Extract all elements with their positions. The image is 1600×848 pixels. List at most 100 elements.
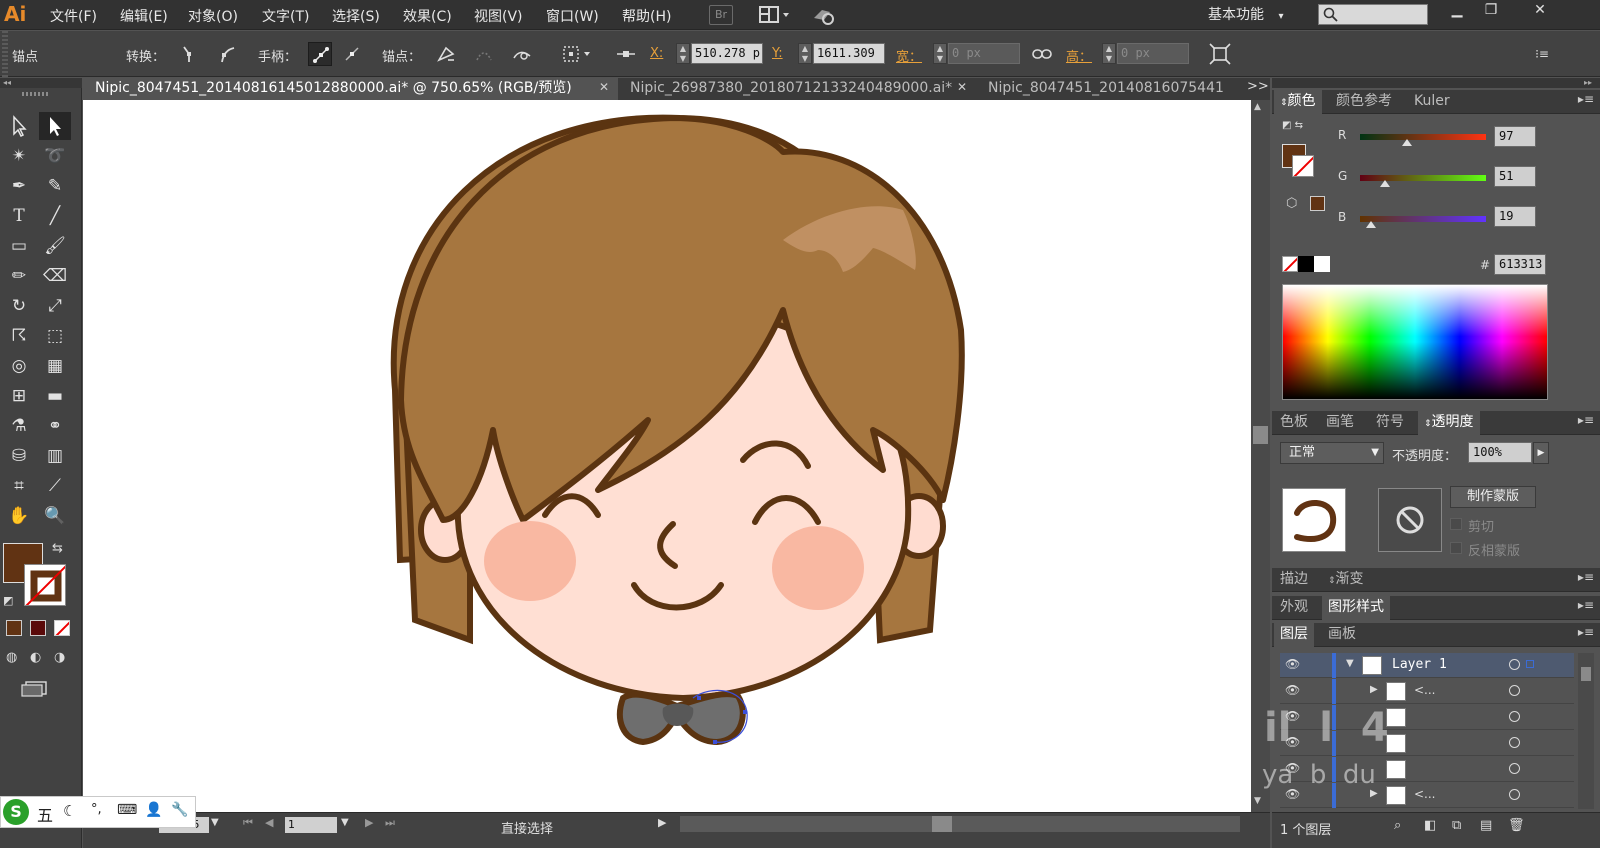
gradient-tool[interactable]: ▬ bbox=[39, 382, 71, 410]
x-stepper[interactable]: ▲ ▼ bbox=[676, 43, 690, 64]
constrain-proportions-button[interactable] bbox=[1030, 42, 1054, 66]
mesh-tool[interactable]: ⊞ bbox=[3, 382, 35, 410]
draw-behind-button[interactable]: ◐ bbox=[30, 650, 41, 665]
layers-scrollbar[interactable] bbox=[1578, 653, 1594, 809]
layer-row-layer-1[interactable]: 👁 ▼ Layer 1 bbox=[1280, 653, 1574, 678]
isolate-button[interactable] bbox=[560, 42, 594, 66]
r-slider[interactable] bbox=[1360, 134, 1486, 140]
shape-builder-tool[interactable]: ◎ bbox=[3, 352, 35, 380]
dock-collapse[interactable]: ▸▸ bbox=[1272, 78, 1600, 88]
draw-normal-button[interactable]: ◍ bbox=[6, 650, 17, 665]
anchor-point[interactable] bbox=[697, 696, 701, 700]
menu-help[interactable]: 帮助(H) bbox=[622, 6, 671, 26]
ime-punctuation-icon[interactable]: °, bbox=[91, 802, 102, 817]
tab-color[interactable]: ⇕颜色 bbox=[1274, 90, 1322, 114]
pencil-tool[interactable]: ✏ bbox=[3, 262, 35, 290]
convert-to-corner-button[interactable] bbox=[177, 42, 201, 66]
vertical-scroll-thumb[interactable] bbox=[1253, 426, 1268, 444]
tab-brushes[interactable]: 画笔 bbox=[1320, 411, 1360, 435]
hide-handles-button[interactable] bbox=[340, 42, 364, 66]
ime-user-icon[interactable]: 👤 bbox=[145, 802, 162, 818]
default-colors-icon[interactable]: ◩ bbox=[3, 594, 13, 607]
x-input[interactable]: 510.278 p bbox=[691, 43, 763, 64]
panel-grip[interactable] bbox=[22, 92, 50, 96]
warp-tool[interactable]: ☈ bbox=[3, 322, 35, 350]
menu-effect[interactable]: 效果(C) bbox=[403, 6, 452, 26]
first-artboard-button[interactable]: ⏮ bbox=[243, 816, 253, 830]
target-circle-icon[interactable] bbox=[1509, 685, 1520, 696]
none-mode-button[interactable] bbox=[54, 620, 70, 636]
artboard-canvas[interactable] bbox=[83, 100, 1251, 812]
locate-object-icon[interactable]: ⌕ bbox=[1394, 818, 1401, 833]
remove-anchor-button[interactable] bbox=[434, 42, 458, 66]
ime-mode-label[interactable]: 五 bbox=[37, 802, 53, 826]
scroll-down-icon[interactable]: ▼ bbox=[1254, 796, 1261, 806]
height-stepper[interactable]: ▲ ▼ bbox=[1102, 43, 1116, 64]
symbol-sprayer-tool[interactable]: ⛁ bbox=[3, 442, 35, 470]
stroke-swatch[interactable] bbox=[24, 564, 66, 606]
bridge-button[interactable]: Br bbox=[709, 5, 733, 25]
y-input[interactable]: 1611.309 bbox=[813, 43, 885, 64]
tab-artboards[interactable]: 画板 bbox=[1322, 623, 1362, 647]
screen-mode-button[interactable] bbox=[20, 681, 48, 697]
menu-type[interactable]: 文字(T) bbox=[262, 6, 309, 26]
tab-color-guide[interactable]: 颜色参考 bbox=[1330, 90, 1398, 114]
target-circle-icon[interactable] bbox=[1509, 737, 1520, 748]
menu-edit[interactable]: 编辑(E) bbox=[120, 6, 168, 26]
tab-appearance[interactable]: 外观 bbox=[1274, 596, 1314, 620]
hex-input[interactable]: 613313 bbox=[1494, 254, 1546, 275]
r-input[interactable]: 97 bbox=[1494, 126, 1536, 147]
clipping-mask-icon[interactable]: ◧ bbox=[1424, 818, 1436, 833]
selection-indicator-icon[interactable] bbox=[1526, 660, 1534, 668]
type-tool[interactable]: T bbox=[3, 202, 35, 230]
eraser-tool[interactable]: ⌫ bbox=[39, 262, 71, 290]
ime-settings-icon[interactable]: 🔧 bbox=[171, 802, 188, 818]
target-circle-icon[interactable] bbox=[1509, 711, 1520, 722]
status-menu-icon[interactable]: ▶ bbox=[658, 816, 666, 829]
visibility-eye-icon[interactable]: 👁 bbox=[1285, 657, 1300, 671]
color-panel-menu-icon[interactable]: ▸≡ bbox=[1578, 92, 1594, 106]
sublayer-name[interactable]: <... bbox=[1414, 683, 1436, 697]
height-label[interactable]: 高： bbox=[1066, 46, 1092, 65]
free-transform-tool[interactable]: ⬚ bbox=[39, 322, 71, 350]
previous-artboard-button[interactable]: ◀ bbox=[265, 816, 273, 829]
chevron-down-icon[interactable]: ▼ bbox=[1346, 658, 1354, 669]
gradient-mode-button[interactable] bbox=[30, 620, 46, 636]
anchor-point[interactable] bbox=[713, 740, 717, 744]
menu-view[interactable]: 视图(V) bbox=[474, 6, 523, 26]
b-input[interactable]: 19 bbox=[1494, 206, 1536, 227]
rectangle-tool[interactable]: ▭ bbox=[3, 232, 35, 260]
artboard-tool[interactable]: ⌗ bbox=[3, 472, 35, 500]
color-spectrum[interactable] bbox=[1282, 284, 1548, 400]
paintbrush-tool[interactable]: 🖌 bbox=[39, 232, 71, 260]
opacity-dropdown-button[interactable]: ▶ bbox=[1533, 442, 1549, 464]
gamut-swatch[interactable] bbox=[1310, 196, 1325, 211]
next-artboard-button[interactable]: ▶ bbox=[365, 816, 373, 829]
layers-scroll-thumb[interactable] bbox=[1581, 667, 1591, 681]
target-circle-icon[interactable] bbox=[1509, 789, 1520, 800]
control-bar-menu-button[interactable]: ⁝≡ bbox=[1530, 42, 1554, 66]
workspace-switcher[interactable]: 基本功能 ▾ bbox=[1208, 4, 1283, 24]
none-color-swatch[interactable] bbox=[1282, 256, 1298, 272]
reference-point-button[interactable] bbox=[614, 42, 638, 66]
lasso-tool[interactable]: ➰ bbox=[39, 142, 71, 170]
color-panel-stroke-swatch[interactable] bbox=[1292, 155, 1314, 177]
y-label[interactable]: Y: bbox=[772, 46, 783, 61]
r-slider-thumb[interactable] bbox=[1402, 139, 1412, 146]
slice-tool[interactable]: ⟋ bbox=[39, 472, 71, 500]
b-slider-thumb[interactable] bbox=[1366, 221, 1376, 228]
artboard-dropdown-icon[interactable]: ▼ bbox=[341, 817, 349, 828]
zoom-tool[interactable]: 🔍 bbox=[39, 502, 71, 530]
sublayer-row[interactable]: 👁 ▶ <... bbox=[1280, 679, 1574, 704]
black-swatch[interactable] bbox=[1298, 256, 1314, 272]
ime-keyboard-icon[interactable]: ⌨ bbox=[117, 802, 137, 818]
panel-grip[interactable] bbox=[2, 31, 8, 77]
pen-tool[interactable]: ✒ bbox=[3, 172, 35, 200]
cartoon-boy-artwork[interactable] bbox=[83, 100, 1251, 812]
layers-panel-menu-icon[interactable]: ▸≡ bbox=[1578, 625, 1594, 639]
blend-mode-select[interactable]: 正常 ▼ bbox=[1280, 442, 1384, 464]
blend-tool[interactable]: ⚭ bbox=[39, 412, 71, 440]
g-slider[interactable] bbox=[1360, 175, 1486, 181]
tab-close-button-1[interactable]: ✕ bbox=[599, 80, 609, 94]
new-sublayer-icon[interactable]: ⧉ bbox=[1452, 818, 1461, 833]
